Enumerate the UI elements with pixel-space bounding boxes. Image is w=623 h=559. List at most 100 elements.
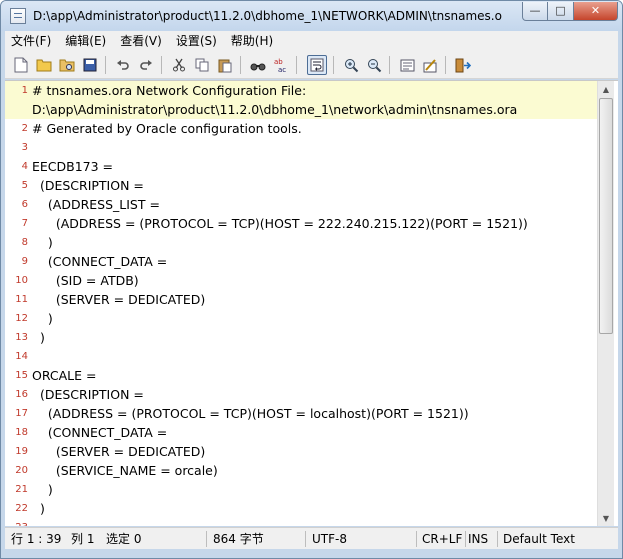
- close-button[interactable]: ✕: [574, 2, 618, 21]
- line-text[interactable]: EECDB173 =: [32, 157, 113, 176]
- word-wrap-icon[interactable]: [307, 55, 327, 75]
- open-file-icon[interactable]: [34, 55, 54, 75]
- line-number: 15: [15, 370, 28, 381]
- editor-line[interactable]: 18 (CONNECT_DATA =: [5, 423, 597, 442]
- title-bar[interactable]: D:\app\Administrator\product\11.2.0\dbho…: [1, 1, 622, 31]
- line-text[interactable]: ): [32, 480, 53, 499]
- save-icon[interactable]: [80, 55, 100, 75]
- status-size: 864 字节: [213, 532, 264, 546]
- line-number: 18: [15, 427, 28, 438]
- line-number: 22: [15, 503, 28, 514]
- editor-line[interactable]: 12 ): [5, 309, 597, 328]
- paste-icon[interactable]: [215, 55, 235, 75]
- line-text[interactable]: ): [32, 328, 45, 347]
- line-text[interactable]: ORCALE =: [32, 366, 97, 385]
- zoom-in-icon[interactable]: [341, 55, 361, 75]
- undo-icon[interactable]: [113, 55, 133, 75]
- find-file-icon[interactable]: [57, 55, 77, 75]
- line-number: 9: [21, 256, 28, 267]
- zoom-out-icon[interactable]: [364, 55, 384, 75]
- text-editor[interactable]: 1 # tnsnames.ora Network Configuration Fi…: [5, 80, 618, 526]
- editor-line[interactable]: 9 (CONNECT_DATA =: [5, 252, 597, 271]
- editor-line[interactable]: 14: [5, 347, 597, 366]
- menu-view[interactable]: 查看(V): [114, 31, 168, 51]
- editor-line[interactable]: 22 ): [5, 499, 597, 518]
- line-number: 19: [15, 446, 28, 457]
- editor-line[interactable]: 4 EECDB173 =: [5, 157, 597, 176]
- toolbar-separator: [333, 56, 334, 74]
- editor-line[interactable]: D:\app\Administrator\product\11.2.0\dbho…: [5, 100, 597, 119]
- line-text[interactable]: (SERVICE_NAME = orcale): [32, 461, 218, 480]
- menu-edit[interactable]: 编辑(E): [59, 31, 112, 51]
- line-text[interactable]: (ADDRESS = (PROTOCOL = TCP)(HOST = local…: [32, 404, 469, 423]
- line-text[interactable]: (SERVER = DEDICATED): [32, 442, 205, 461]
- editor-line[interactable]: 6 (ADDRESS_LIST =: [5, 195, 597, 214]
- line-text[interactable]: (ADDRESS = (PROTOCOL = TCP)(HOST = 222.2…: [32, 214, 528, 233]
- toolbar-separator: [296, 56, 297, 74]
- menu-settings[interactable]: 设置(S): [170, 31, 223, 51]
- status-separator: [497, 531, 498, 547]
- line-text[interactable]: (DESCRIPTION =: [32, 176, 144, 195]
- line-number: 23: [5, 518, 28, 526]
- line-text[interactable]: (SERVER = DEDICATED): [32, 290, 205, 309]
- new-file-icon[interactable]: [11, 55, 31, 75]
- editor-line[interactable]: 3: [5, 138, 597, 157]
- editor-line[interactable]: 20 (SERVICE_NAME = orcale): [5, 461, 597, 480]
- line-text[interactable]: # Generated by Oracle configuration tool…: [32, 119, 302, 138]
- maximize-button[interactable]: □: [548, 2, 574, 21]
- editor-line[interactable]: 16 (DESCRIPTION =: [5, 385, 597, 404]
- editor-line[interactable]: 13 ): [5, 328, 597, 347]
- line-text[interactable]: (CONNECT_DATA =: [32, 423, 167, 442]
- menu-file[interactable]: 文件(F): [5, 31, 57, 51]
- app-icon[interactable]: [10, 8, 26, 24]
- find-icon[interactable]: [248, 55, 268, 75]
- editor-line[interactable]: 19 (SERVER = DEDICATED): [5, 442, 597, 461]
- editor-line[interactable]: 17 (ADDRESS = (PROTOCOL = TCP)(HOST = lo…: [5, 404, 597, 423]
- line-text[interactable]: ): [32, 309, 53, 328]
- status-separator: [465, 531, 466, 547]
- editor-line[interactable]: 23: [5, 518, 597, 526]
- svg-text:ab: ab: [274, 58, 283, 66]
- notepad2-window: D:\app\Administrator\product\11.2.0\dbho…: [0, 0, 623, 559]
- editor-line[interactable]: 1 # tnsnames.ora Network Configuration Fi…: [5, 81, 597, 100]
- editor-line[interactable]: 8 ): [5, 233, 597, 252]
- replace-icon[interactable]: ab ac: [271, 55, 291, 75]
- line-text[interactable]: ): [32, 499, 45, 518]
- scroll-thumb[interactable]: [599, 98, 613, 334]
- scroll-down-icon[interactable]: ▼: [598, 510, 614, 526]
- status-line-ending[interactable]: CR+LF: [422, 528, 462, 550]
- line-number: 21: [15, 484, 28, 495]
- line-text[interactable]: # tnsnames.ora Network Configuration Fil…: [32, 81, 306, 100]
- line-number: 12: [15, 313, 28, 324]
- editor-line[interactable]: 10 (SID = ATDB): [5, 271, 597, 290]
- view-options-icon[interactable]: [397, 55, 417, 75]
- editor-lines[interactable]: 1 # tnsnames.ora Network Configuration Fi…: [5, 81, 597, 526]
- exit-icon[interactable]: [453, 55, 473, 75]
- cut-icon[interactable]: [169, 55, 189, 75]
- copy-icon[interactable]: [192, 55, 212, 75]
- line-text[interactable]: ): [32, 233, 53, 252]
- settings-icon[interactable]: [420, 55, 440, 75]
- line-text[interactable]: (DESCRIPTION =: [32, 385, 144, 404]
- line-text[interactable]: D:\app\Administrator\product\11.2.0\dbho…: [32, 100, 517, 119]
- editor-line[interactable]: 11 (SERVER = DEDICATED): [5, 290, 597, 309]
- editor-line[interactable]: 21 ): [5, 480, 597, 499]
- editor-line[interactable]: 5 (DESCRIPTION =: [5, 176, 597, 195]
- editor-line[interactable]: 7 (ADDRESS = (PROTOCOL = TCP)(HOST = 222…: [5, 214, 597, 233]
- editor-line[interactable]: 15 ORCALE =: [5, 366, 597, 385]
- window-controls: — □ ✕: [522, 2, 618, 22]
- window-title: D:\app\Administrator\product\11.2.0\dbho…: [33, 9, 503, 23]
- menu-help[interactable]: 帮助(H): [225, 31, 279, 51]
- scroll-up-icon[interactable]: ▲: [598, 81, 614, 98]
- minimize-button[interactable]: —: [522, 2, 548, 21]
- line-text[interactable]: (SID = ATDB): [32, 271, 139, 290]
- vertical-scrollbar[interactable]: ▲ ▼: [597, 81, 614, 526]
- editor-line[interactable]: 2 # Generated by Oracle configuration too…: [5, 119, 597, 138]
- line-text[interactable]: (CONNECT_DATA =: [32, 252, 167, 271]
- status-scheme[interactable]: Default Text: [503, 528, 575, 550]
- line-text[interactable]: (ADDRESS_LIST =: [32, 195, 160, 214]
- status-encoding[interactable]: UTF-8: [312, 528, 347, 550]
- line-number: 2: [21, 123, 28, 134]
- line-number: 1: [21, 85, 28, 96]
- redo-icon[interactable]: [136, 55, 156, 75]
